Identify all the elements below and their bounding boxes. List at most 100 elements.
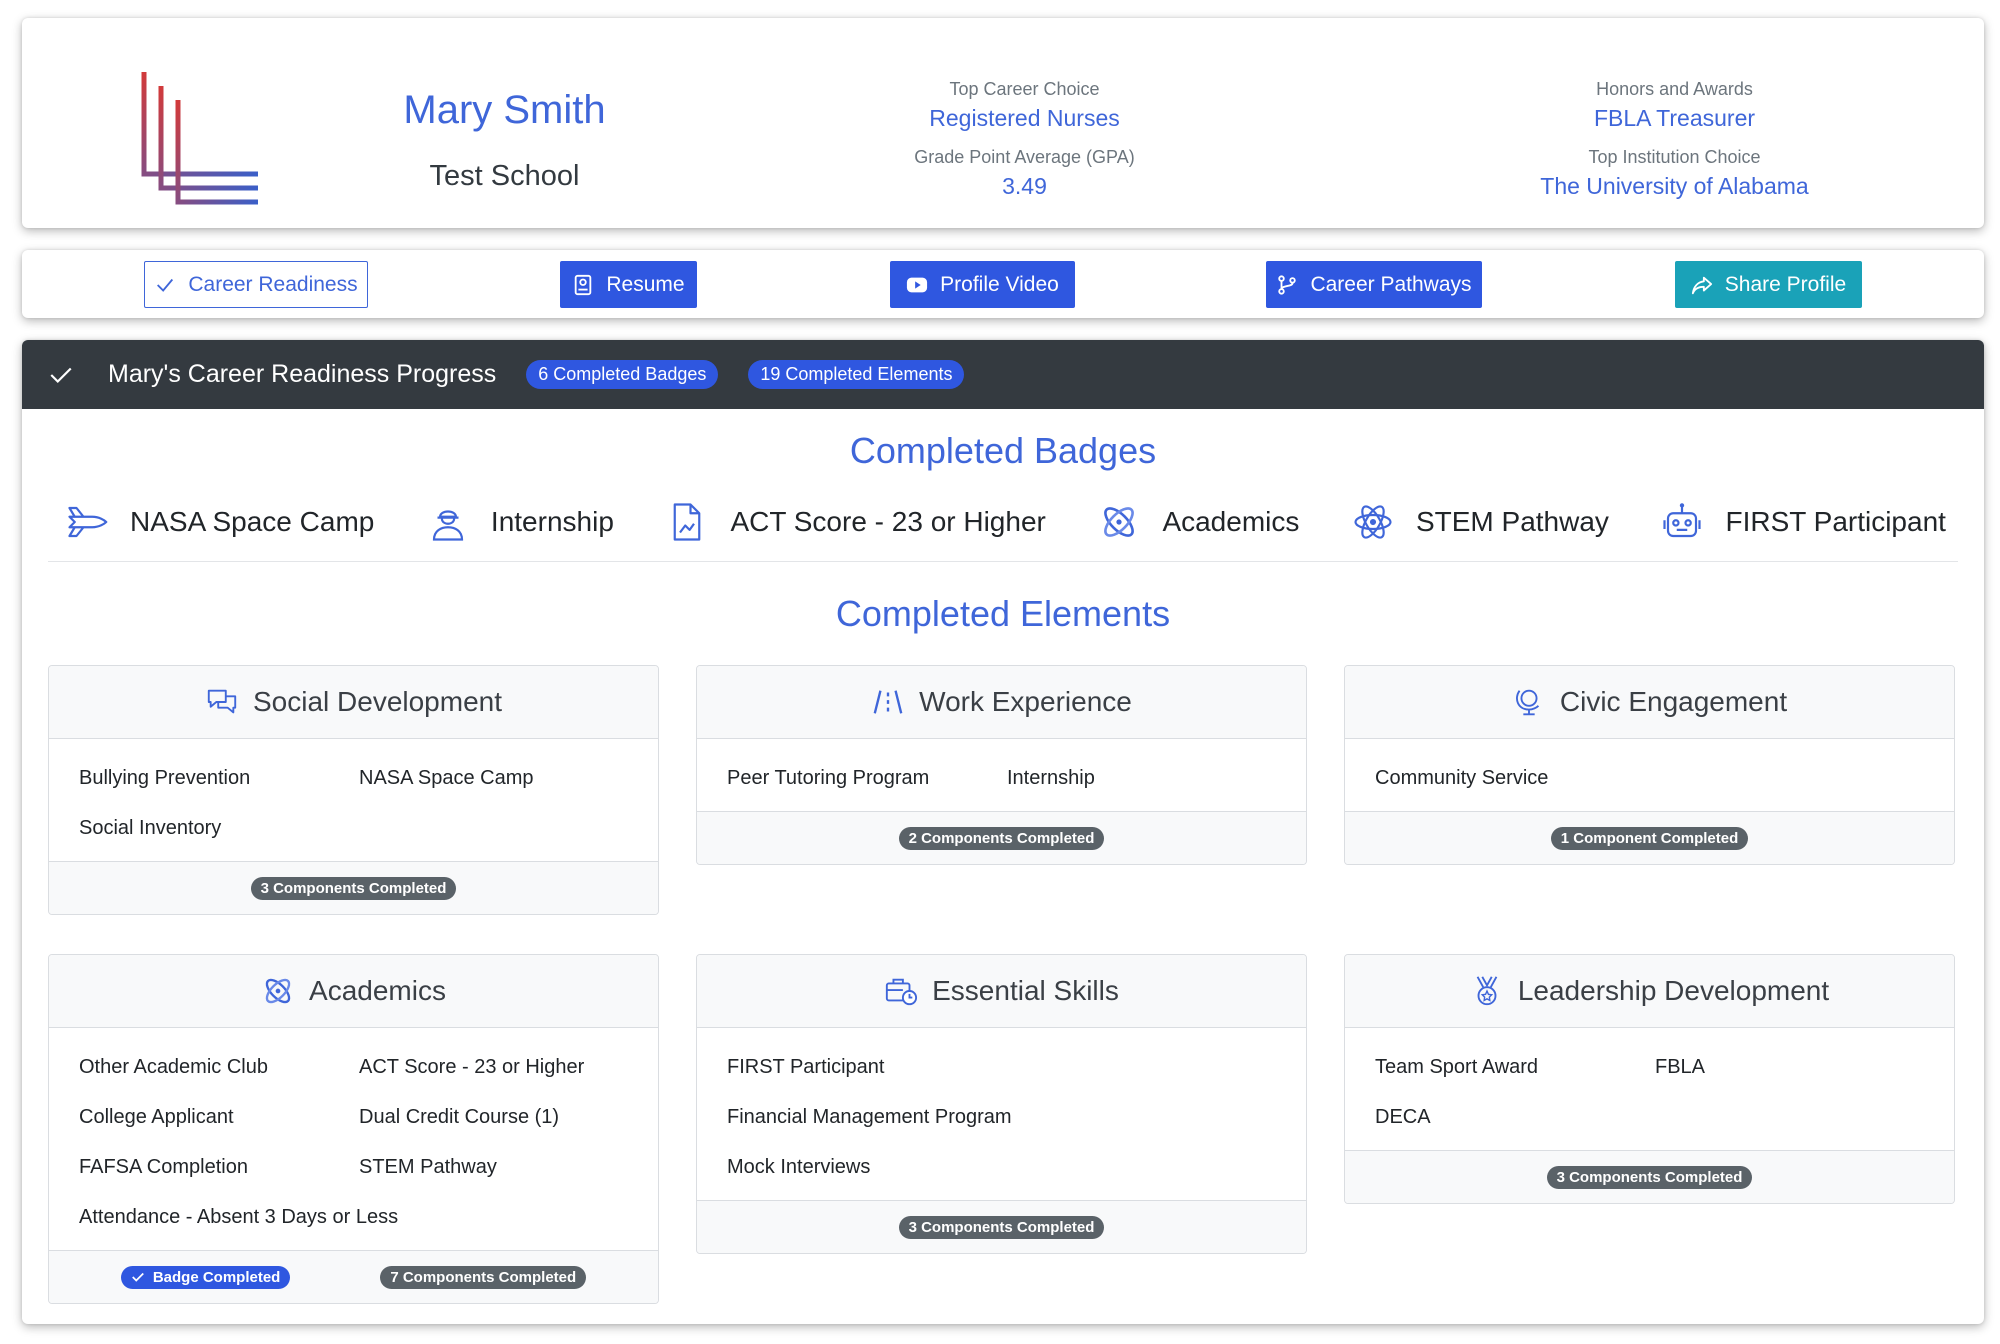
element-card-header: Academics	[49, 955, 658, 1028]
element-item: College Applicant	[79, 1106, 234, 1128]
badge-item[interactable]: NASA Space Camp	[66, 501, 374, 543]
badge-item[interactable]: Academics	[1098, 501, 1299, 543]
element-card-work-experience: Work Experience Peer Tutoring Program In…	[696, 665, 1307, 865]
school-name: Test School	[429, 160, 580, 192]
element-card-title: Civic Engagement	[1559, 686, 1788, 717]
gpa-value: 3.49	[1002, 173, 1047, 199]
institution-value: The University of Alabama	[1540, 173, 1809, 199]
components-count-pill: 3 Components Completed	[250, 876, 457, 900]
element-card-footer: 3 Components Completed	[697, 1200, 1306, 1253]
element-card-civic-engagement: Civic Engagement Community Service 1 Com…	[1344, 665, 1955, 865]
element-card-header: Social Development	[49, 666, 658, 739]
career-readiness-progress-card: Mary's Career Readiness Progress 6 Compl…	[22, 340, 1984, 1324]
element-card-title: Essential Skills	[932, 975, 1119, 1006]
badge-label: FIRST Participant	[1725, 506, 1946, 537]
element-card-header: Civic Engagement	[1345, 666, 1954, 739]
career-readiness-button[interactable]: Career Readiness	[144, 261, 368, 308]
element-card-essential-skills: Essential Skills FIRST Participant Finan…	[696, 954, 1307, 1254]
components-count-pill: 7 Components Completed	[380, 1265, 587, 1289]
completed-elements-pill: 19 Completed Elements	[748, 360, 965, 389]
profile-video-label: Profile Video	[940, 272, 1059, 296]
components-count-pill: 3 Components Completed	[1546, 1165, 1753, 1189]
worker-icon	[432, 510, 464, 541]
element-card-items: Community Service	[1345, 739, 1954, 811]
completed-elements-heading: Completed Elements	[835, 593, 1171, 634]
top-career-value: Registered Nurses	[929, 105, 1120, 131]
element-card-footer: Badge Completed 7 Components Completed	[49, 1250, 658, 1303]
career-pathways-label: Career Pathways	[1310, 272, 1472, 296]
element-card-header: Essential Skills	[697, 955, 1306, 1028]
badge-label: NASA Space Camp	[130, 506, 375, 537]
components-count-pill: 2 Components Completed	[898, 826, 1105, 850]
element-card-items: Bullying Prevention NASA Space Camp Soci…	[49, 739, 658, 861]
element-card-items: Peer Tutoring Program Internship	[697, 739, 1306, 811]
element-item: Social Inventory	[79, 817, 222, 839]
resume-label: Resume	[606, 272, 685, 296]
element-item: DECA	[1375, 1106, 1431, 1128]
element-card-footer: 1 Component Completed	[1345, 811, 1954, 864]
element-item: Bullying Prevention	[79, 767, 251, 789]
top-career-label: Top Career Choice	[949, 79, 1100, 99]
logo-icon	[141, 72, 258, 205]
student-name: Mary Smith	[403, 88, 606, 132]
element-card-leadership-development: Leadership Development Team Sport Award …	[1344, 954, 1955, 1204]
element-card-title: Social Development	[252, 686, 503, 717]
atom-orbit-icon	[1104, 507, 1135, 537]
element-card-header: Work Experience	[697, 666, 1306, 739]
share-profile-button[interactable]: Share Profile	[1675, 261, 1862, 308]
profile-video-button[interactable]: Profile Video	[890, 261, 1075, 308]
badge-label: Academics	[1162, 506, 1300, 537]
career-pathways-button[interactable]: Career Pathways	[1266, 261, 1482, 308]
badges-row: NASA Space Camp Internship ACT Score - 2…	[66, 492, 1946, 552]
element-card-title: Work Experience	[919, 686, 1132, 717]
element-card-social-development: Social Development Bullying Prevention N…	[48, 665, 659, 915]
badge-item[interactable]: ACT Score - 23 or Higher	[666, 501, 1046, 543]
element-item: Mock Interviews	[727, 1156, 871, 1178]
badges-divider	[48, 561, 1958, 562]
road-icon	[873, 690, 903, 714]
element-item: STEM Pathway	[359, 1156, 497, 1178]
share-icon	[1691, 276, 1712, 294]
check-icon	[131, 1272, 144, 1282]
element-item: Financial Management Program	[727, 1106, 1012, 1128]
badge-label: ACT Score - 23 or Higher	[730, 506, 1046, 537]
gpa-label: Grade Point Average (GPA)	[914, 147, 1135, 167]
honors-label: Honors and Awards	[1596, 79, 1753, 99]
element-card-items: Other Academic Club ACT Score - 23 or Hi…	[49, 1028, 658, 1250]
element-item: Community Service	[1375, 767, 1549, 789]
badge-item[interactable]: Internship	[427, 501, 614, 543]
briefcase-clock-icon	[886, 978, 918, 1006]
element-card-title: Academics	[309, 975, 446, 1006]
element-card-academics: Academics Other Academic Club ACT Score …	[48, 954, 659, 1304]
element-item: Dual Credit Course (1)	[359, 1106, 560, 1128]
badge-completed-label: Badge Completed	[152, 1268, 281, 1286]
atom-orbit-icon	[265, 978, 291, 1004]
check-icon	[50, 367, 72, 383]
badge-item[interactable]: FIRST Participant	[1661, 501, 1946, 543]
components-count-pill: 1 Component Completed	[1550, 826, 1749, 850]
atom-icon	[1354, 505, 1392, 539]
globe-stand-icon	[1515, 689, 1539, 716]
badge-item[interactable]: STEM Pathway	[1352, 501, 1609, 543]
resume-button[interactable]: Resume	[560, 261, 697, 308]
check-icon	[157, 278, 174, 292]
element-item: Other Academic Club	[79, 1056, 268, 1078]
robot-icon	[1663, 503, 1702, 538]
medal-icon	[1476, 976, 1498, 1006]
element-item: Attendance - Absent 3 Days or Less	[79, 1206, 399, 1228]
badge-label: STEM Pathway	[1415, 506, 1609, 537]
element-item: Internship	[1007, 767, 1095, 789]
element-item: FIRST Participant	[727, 1056, 885, 1078]
profile-header-card: Mary Smith Test School Top Career Choice…	[22, 18, 1984, 228]
youtube-icon	[907, 277, 928, 292]
element-card-footer: 3 Components Completed	[49, 861, 658, 914]
badge-label: Internship	[490, 506, 614, 537]
document-chart-icon	[674, 503, 701, 541]
share-profile-label: Share Profile	[1724, 272, 1847, 296]
completed-badges-heading: Completed Badges	[849, 430, 1157, 471]
element-card-items: FIRST Participant Financial Management P…	[697, 1028, 1306, 1200]
honors-value: FBLA Treasurer	[1593, 105, 1756, 131]
element-item: FBLA	[1655, 1056, 1706, 1078]
element-card-footer: 2 Components Completed	[697, 811, 1306, 864]
element-item: FAFSA Completion	[79, 1156, 248, 1178]
